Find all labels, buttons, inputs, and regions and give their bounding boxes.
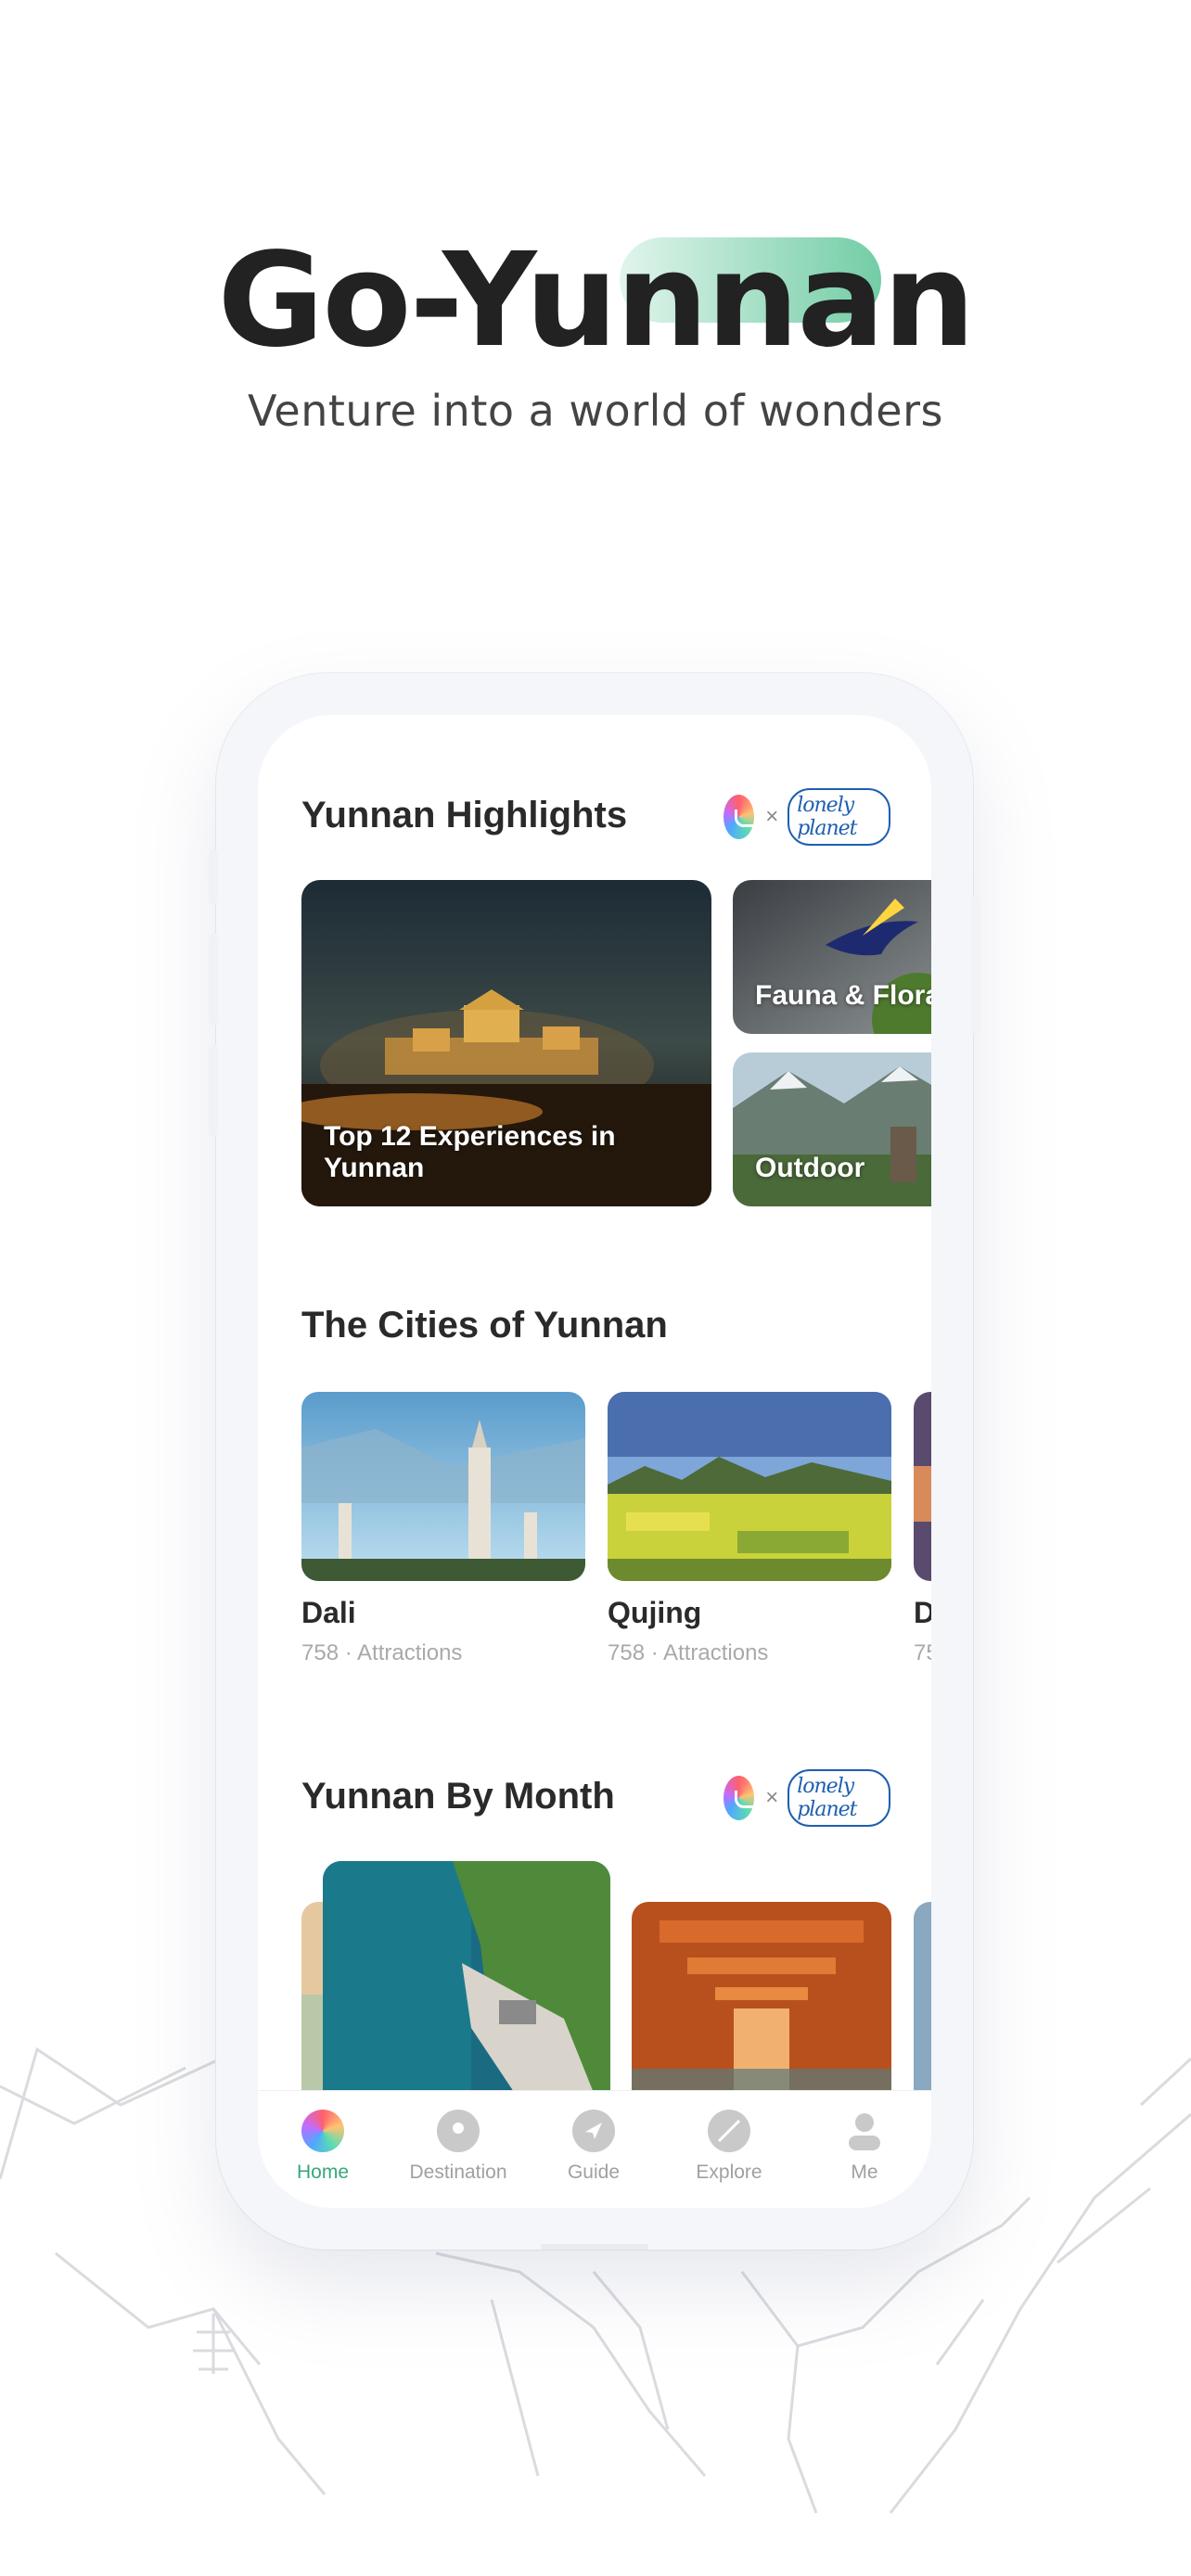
app-screen: Yunnan Highlights × lonely planet Top 12… xyxy=(258,715,931,2208)
person-icon xyxy=(843,2110,886,2152)
home-indicator xyxy=(541,2244,648,2250)
month-card-torii[interactable] xyxy=(632,1902,891,2115)
cities-title: The Cities of Yunnan xyxy=(301,1305,668,1345)
card-label: Top 12 Experiences in Yunnan xyxy=(324,1121,616,1183)
city-attractions-qujing: 758 · Attractions xyxy=(608,1640,769,1665)
go-yunnan-logo-icon xyxy=(724,1776,763,1820)
city-attractions-partial: 75 xyxy=(914,1640,931,1665)
tab-destination[interactable]: Destination xyxy=(393,2110,523,2184)
bottom-tab-bar: Home Destination Guide Explore Me xyxy=(258,2091,931,2208)
hero-subtitle: Venture into a world of wonders xyxy=(248,386,943,436)
city-image-qujing[interactable] xyxy=(608,1392,891,1581)
sunset-image xyxy=(914,1392,931,1581)
partner-badge: × lonely planet xyxy=(724,1769,890,1827)
lonely-planet-logo: lonely planet xyxy=(788,1769,890,1827)
explore-leaf-icon xyxy=(708,2110,750,2152)
city-image-partial[interactable] xyxy=(914,1392,931,1581)
phone-mockup: Yunnan Highlights × lonely planet Top 12… xyxy=(209,673,980,2250)
lake-aerial-image xyxy=(323,1861,610,2111)
card-label: Outdoor xyxy=(755,1153,865,1183)
navigation-arrow-icon xyxy=(572,2110,615,2152)
home-logo-icon xyxy=(301,2110,344,2152)
hero-title: Go-Yunnan xyxy=(217,225,976,376)
tab-me[interactable]: Me xyxy=(800,2110,929,2184)
tab-label: Guide xyxy=(567,2162,621,2183)
pagoda-image xyxy=(301,1392,585,1581)
city-name-qujing[interactable]: Qujing xyxy=(608,1596,701,1630)
tab-guide[interactable]: Guide xyxy=(529,2110,659,2184)
torii-gates-image xyxy=(632,1902,891,2115)
phone-side-button xyxy=(209,849,218,905)
lonely-planet-logo: lonely planet xyxy=(788,788,890,846)
rapeseed-field-image xyxy=(608,1392,891,1581)
tab-explore[interactable]: Explore xyxy=(664,2110,794,2184)
city-name-partial[interactable]: D xyxy=(914,1596,931,1630)
card-label: Fauna & Flora xyxy=(755,980,931,1011)
tab-label: Me xyxy=(851,2162,878,2183)
tab-label: Home xyxy=(296,2162,350,2183)
highlight-card-fauna[interactable]: Fauna & Flora xyxy=(733,880,931,1034)
month-card-lake[interactable] xyxy=(323,1861,610,2111)
month-card-partial[interactable] xyxy=(914,1902,931,2115)
go-yunnan-logo-icon xyxy=(724,795,763,839)
city-name-dali[interactable]: Dali xyxy=(301,1596,356,1630)
phone-volume-up xyxy=(209,933,218,1026)
highlight-card-experiences[interactable]: Top 12 Experiences in Yunnan xyxy=(301,880,711,1206)
highlights-title: Yunnan Highlights xyxy=(301,795,628,835)
city-image-dali[interactable] xyxy=(301,1392,585,1581)
hero: Go-Yunnan Venture into a world of wonder… xyxy=(0,223,1191,436)
city-attractions-dali: 758 · Attractions xyxy=(301,1640,463,1665)
partner-badge: × lonely planet xyxy=(724,788,890,846)
tab-label: Destination xyxy=(409,2162,507,2183)
month-image xyxy=(914,1902,931,2115)
phone-power-button xyxy=(971,896,980,1035)
by-month-title: Yunnan By Month xyxy=(301,1776,615,1817)
highlight-card-outdoor[interactable]: Outdoor xyxy=(733,1052,931,1206)
phone-volume-down xyxy=(209,1044,218,1137)
partner-separator: × xyxy=(765,1785,779,1810)
tab-home[interactable]: Home xyxy=(258,2110,388,2184)
partner-separator: × xyxy=(765,804,779,829)
tab-label: Explore xyxy=(696,2162,762,2183)
location-pin-icon xyxy=(437,2110,480,2152)
